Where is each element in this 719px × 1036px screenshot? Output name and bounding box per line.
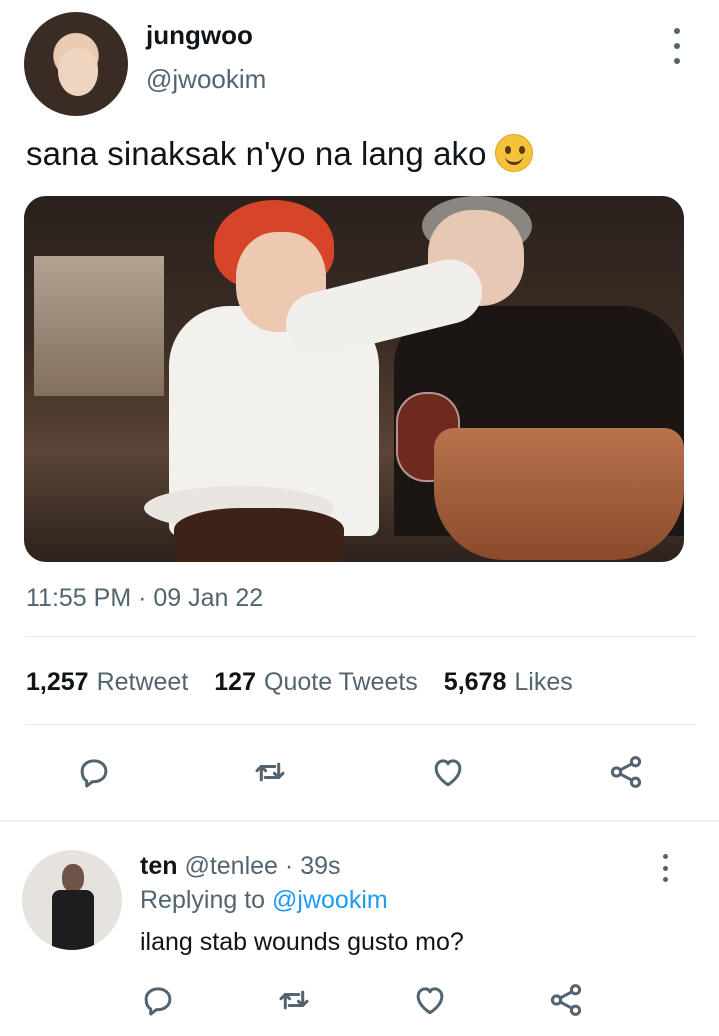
reply-separator: · xyxy=(284,852,294,880)
reply-author-handle[interactable]: @tenlee xyxy=(184,852,278,880)
author-name[interactable]: jungwoo xyxy=(146,20,253,51)
replying-to-prefix: Replying to xyxy=(140,886,266,914)
reply-action-bar xyxy=(0,978,719,1026)
reply-more-options-icon[interactable] xyxy=(650,854,680,882)
reply-time[interactable]: 39s xyxy=(300,852,340,880)
tweet-action-bar xyxy=(0,750,719,798)
reply-icon[interactable] xyxy=(136,978,180,1022)
retweet-stat[interactable]: 1,257 Retweet xyxy=(26,668,188,697)
share-icon[interactable] xyxy=(544,978,588,1022)
share-icon[interactable] xyxy=(604,750,648,794)
reply-author-name[interactable]: ten xyxy=(140,852,178,880)
like-icon[interactable] xyxy=(426,750,470,794)
section-divider xyxy=(0,820,719,822)
smiling-face-emoji-icon xyxy=(494,134,533,172)
reply-icon[interactable] xyxy=(72,750,116,794)
reply-author-avatar[interactable] xyxy=(22,850,122,950)
divider xyxy=(26,724,696,725)
tweet-text: sana sinaksak n'yo na lang ako xyxy=(26,134,533,173)
tweet-timestamp[interactable]: 11:55 PM · 09 Jan 22 xyxy=(26,584,263,613)
replying-to: Replying to @jwookim xyxy=(140,886,388,915)
tweet-stats: 1,257 Retweet 127 Quote Tweets 5,678 Likes xyxy=(26,668,573,697)
divider xyxy=(26,636,696,637)
quote-stat[interactable]: 127 Quote Tweets xyxy=(214,668,418,697)
replying-to-link[interactable]: @jwookim xyxy=(272,886,388,914)
tweet-text-content: sana sinaksak n'yo na lang ako xyxy=(26,135,487,172)
retweet-icon[interactable] xyxy=(248,750,292,794)
more-options-icon[interactable] xyxy=(662,28,692,64)
retweet-icon[interactable] xyxy=(272,978,316,1022)
author-handle[interactable]: @jwookim xyxy=(146,64,266,95)
author-avatar[interactable] xyxy=(24,12,128,116)
reply-header: ten @tenlee · 39s xyxy=(140,852,341,881)
tweet-photo[interactable] xyxy=(24,196,684,562)
like-icon[interactable] xyxy=(408,978,452,1022)
likes-stat[interactable]: 5,678 Likes xyxy=(444,668,573,697)
reply-text: ilang stab wounds gusto mo? xyxy=(140,928,464,956)
